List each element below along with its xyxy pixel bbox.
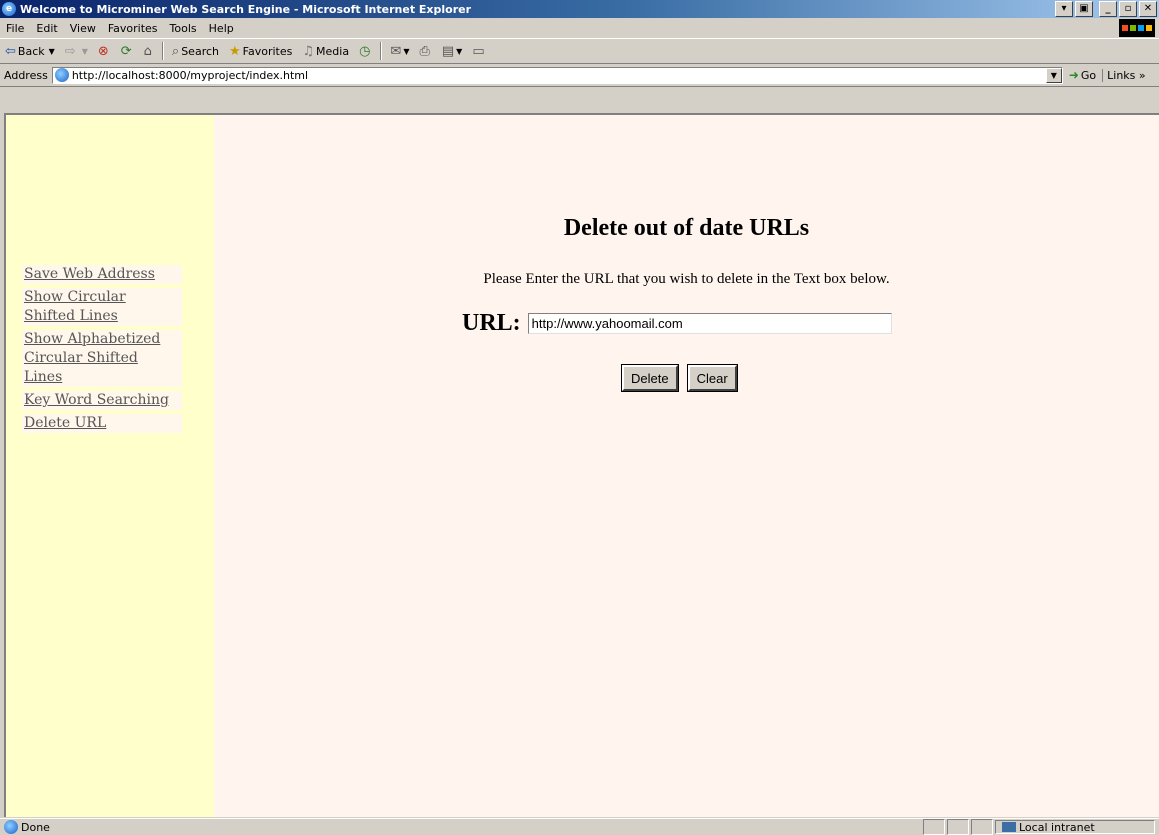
sidebar: Save Web Address Show Circular Shifted L… [6,115,214,817]
url-form-row: URL: [462,310,892,337]
go-button[interactable]: ➜ Go [1063,68,1102,82]
go-arrow-icon: ➜ [1068,68,1079,82]
main-content: Delete out of date URLs Please Enter the… [214,115,1159,817]
ie-icon: e [2,2,16,16]
mail-icon: ✉ [390,43,402,59]
url-label: URL: [462,310,521,336]
status-text: Done [21,820,50,834]
toolbar-separator [380,42,383,60]
sidebar-item-save-web-address[interactable]: Save Web Address [22,265,182,284]
print-button[interactable]: ⎙ [414,44,436,59]
back-label: Back [17,44,45,58]
stop-icon: ⊗ [97,43,109,59]
sidebar-item-show-alphabetized-lines[interactable]: Show Alphabetized Circular Shifted Lines [22,330,182,387]
page-viewport: Save Web Address Show Circular Shifted L… [4,113,1159,817]
page-icon [54,68,69,82]
menu-file[interactable]: File [0,22,30,35]
media-label: Media [316,44,350,58]
edit-button[interactable]: ▤ ▼ [437,44,467,59]
status-pane [971,819,993,835]
restore-small-button[interactable]: ▣ [1075,1,1093,17]
status-pane [947,819,969,835]
address-input[interactable]: http://localhost:8000/myproject/index.ht… [51,66,1063,84]
menu-favorites[interactable]: Favorites [102,22,164,35]
search-button[interactable]: ⌕ Search [167,44,224,59]
refresh-icon: ⟳ [120,43,132,59]
window-title: Welcome to Microminer Web Search Engine … [20,2,472,16]
maximize-button[interactable]: ▫ [1119,1,1137,17]
favorites-icon: ★ [229,43,241,59]
menu-view[interactable]: View [64,22,102,35]
menu-bar: File Edit View Favorites Tools Help [0,18,1159,39]
intranet-icon [1002,822,1016,832]
edit-dropdown-icon[interactable]: ▼ [456,47,462,56]
form-buttons: Delete Clear [621,364,738,392]
discuss-icon: ▭ [472,43,485,59]
forward-dropdown-icon[interactable]: ▼ [82,47,88,56]
done-page-icon [4,820,18,834]
zone-label: Local intranet [1019,820,1095,834]
search-icon: ⌕ [171,43,180,59]
menu-help[interactable]: Help [203,22,240,35]
home-button[interactable]: ⌂ [139,44,159,59]
security-zone: Local intranet [995,820,1155,834]
address-url[interactable]: http://localhost:8000/myproject/index.ht… [72,69,308,82]
discuss-button[interactable]: ▭ [467,44,491,59]
search-label: Search [181,44,219,58]
forward-button[interactable]: ⇨ ▼ [60,44,93,59]
refresh-button[interactable]: ⟳ [116,44,139,59]
status-bar: Done Local intranet [0,818,1159,835]
back-arrow-icon: ⇦ [5,43,16,59]
edit-icon: ▤ [441,43,455,59]
links-button[interactable]: Links » [1102,68,1150,82]
url-input[interactable] [527,313,892,334]
standard-toolbar: ⇦ Back ▼ ⇨ ▼ ⊗ ⟳ ⌂ ⌕ Search ★ Favorites … [0,39,1159,64]
sidebar-item-show-circular-shifted-lines[interactable]: Show Circular Shifted Lines [22,288,182,326]
back-button[interactable]: ⇦ Back ▼ [0,44,60,59]
help-minimize-button[interactable]: ▾ [1055,1,1073,17]
go-label: Go [1080,68,1097,82]
address-bar: Address http://localhost:8000/myproject/… [0,64,1159,87]
print-icon: ⎙ [419,43,430,59]
favorites-label: Favorites [242,44,293,58]
stop-button[interactable]: ⊗ [93,44,116,59]
address-label: Address [4,68,48,82]
forward-arrow-icon: ⇨ [64,43,76,59]
media-icon: ♫ [302,43,315,59]
links-label: Links [1107,68,1136,82]
history-button[interactable]: ◷ [354,44,377,59]
home-icon: ⌂ [143,43,152,59]
clear-button[interactable]: Clear [686,364,738,392]
mail-button[interactable]: ✉ ▼ [385,44,414,59]
page-title: Delete out of date URLs [563,215,810,241]
back-dropdown-icon[interactable]: ▼ [49,47,55,56]
history-icon: ◷ [359,43,371,59]
sidebar-nav: Save Web Address Show Circular Shifted L… [22,265,182,437]
close-button[interactable]: ✕ [1139,1,1157,17]
menu-tools[interactable]: Tools [164,22,203,35]
delete-button[interactable]: Delete [621,364,679,392]
address-dropdown-button[interactable]: ▼ [1045,67,1062,83]
sidebar-item-key-word-searching[interactable]: Key Word Searching [22,391,182,410]
media-button[interactable]: ♫ Media [297,44,354,59]
minimize-button[interactable]: _ [1099,1,1117,17]
sidebar-item-delete-url[interactable]: Delete URL [22,414,182,433]
mail-dropdown-icon[interactable]: ▼ [403,47,409,56]
menu-edit[interactable]: Edit [30,22,63,35]
instruction-text: Please Enter the URL that you wish to de… [483,271,890,287]
favorites-button[interactable]: ★ Favorites [224,44,297,59]
windows-logo-icon [1119,19,1155,37]
status-pane [923,819,945,835]
title-bar: e Welcome to Microminer Web Search Engin… [0,0,1159,18]
toolbar-separator [161,42,164,60]
